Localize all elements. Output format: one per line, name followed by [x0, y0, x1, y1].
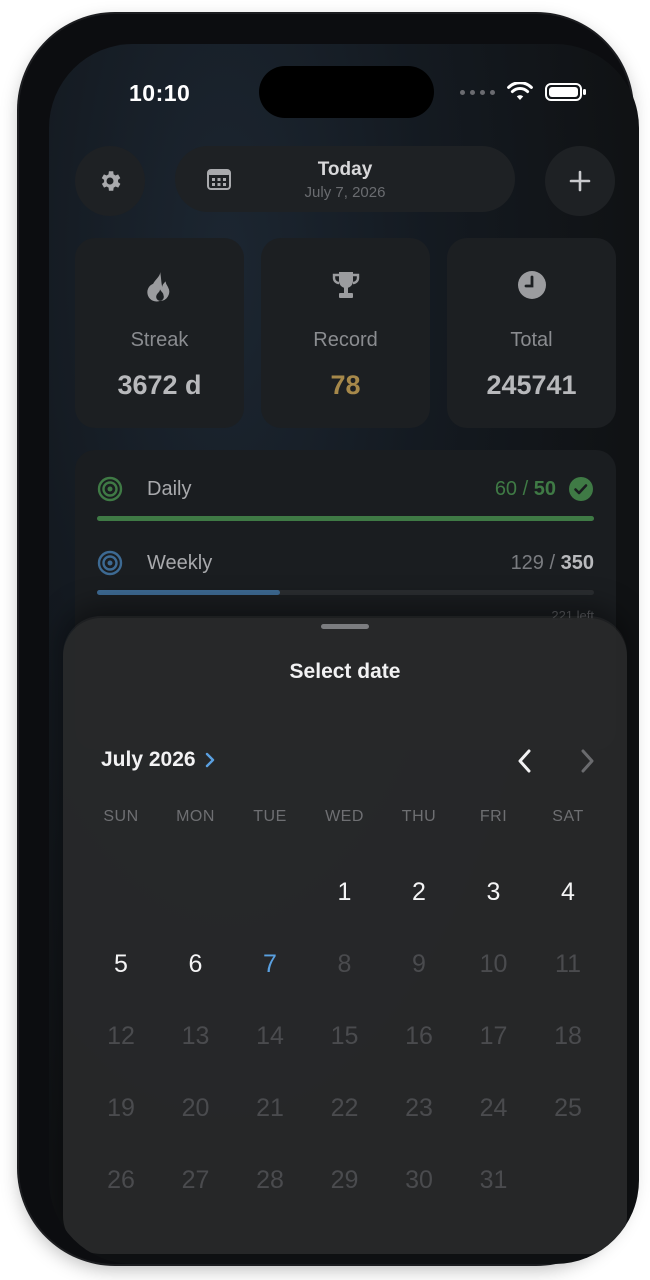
streak-label: Streak [130, 329, 189, 351]
total-card: Total 245741 [447, 238, 616, 428]
date-selector-button[interactable]: Today July 7, 2026 [175, 146, 515, 212]
date-picker-sheet: Select date July 2026 SUN MON TUE WED THU FRI… [63, 618, 627, 1254]
month-label: July 2026 [101, 748, 196, 771]
calendar-day-22: 22 [330, 1094, 359, 1122]
sheet-grabber[interactable] [321, 624, 369, 629]
goal-daily-target: 50 [533, 478, 556, 500]
calendar-day-8: 8 [337, 950, 352, 978]
weekday-thu: THU [401, 808, 437, 825]
battery-icon [545, 83, 586, 101]
goal-weekly-current: 129 [510, 552, 544, 574]
goal-weekly-count: 129 / 350 [511, 552, 594, 575]
goal-weekly-target: 350 [560, 552, 594, 574]
goal-daily-separator: / [522, 478, 529, 500]
goal-daily[interactable]: Daily 60 / 50 [97, 476, 594, 528]
status-time: 10:10 [129, 80, 191, 106]
add-button[interactable] [545, 146, 615, 216]
total-value: 245741 [486, 370, 577, 400]
calendar-day-23: 23 [405, 1094, 433, 1122]
trophy-icon [332, 272, 359, 298]
calendar-day-29: 29 [330, 1166, 359, 1194]
total-label: Total [510, 329, 553, 351]
calendar-day-17: 17 [479, 1022, 508, 1050]
calendar-day-19: 19 [107, 1094, 135, 1122]
calendar-day-12: 12 [107, 1022, 135, 1050]
calendar-day-4[interactable]: 4 [538, 872, 598, 912]
goal-daily-progress-fill [97, 516, 594, 521]
weekday-sun: SUN [103, 808, 139, 825]
calendar-day-21: 21 [256, 1094, 284, 1122]
goal-weekly-name: Weekly [147, 552, 213, 574]
calendar-day-14: 14 [256, 1022, 284, 1050]
calendar-day-9: 9 [412, 950, 426, 978]
goal-weekly-progress-fill [97, 590, 281, 595]
goal-daily-progress [97, 516, 594, 521]
flame-icon [146, 271, 169, 302]
calendar-day-28: 28 [256, 1166, 284, 1194]
gear-icon [101, 171, 121, 191]
calendar-day-3[interactable]: 3 [464, 872, 524, 912]
weekday-sat: SAT [552, 808, 584, 825]
calendar-day-1[interactable]: 1 [315, 872, 375, 912]
calendar-day-16: 16 [405, 1022, 433, 1050]
calendar-day-11: 11 [555, 950, 581, 978]
calendar-day-10: 10 [479, 950, 508, 978]
wifi-icon [507, 82, 533, 100]
calendar-day-6[interactable]: 6 [166, 944, 226, 984]
calendar-day-2[interactable]: 2 [389, 872, 449, 912]
goal-weekly-progress [97, 590, 594, 595]
calendar-day-15: 15 [330, 1022, 359, 1050]
weekday-mon: MON [176, 808, 215, 825]
calendar-day-30: 30 [405, 1166, 433, 1194]
status-indicators [460, 82, 587, 102]
calendar-day-27: 27 [181, 1166, 210, 1194]
plus-icon [569, 170, 591, 192]
target-icon [97, 476, 123, 502]
header-title: Today [317, 159, 373, 180]
record-card: Record 78 [261, 238, 430, 428]
phone-frame: 10:10 Today July 7, 2026 Streak 3672 d R… [19, 14, 639, 1264]
next-month-button[interactable] [575, 746, 599, 776]
goal-daily-name: Daily [147, 478, 192, 500]
target-icon [97, 550, 123, 576]
calendar-day-26: 26 [107, 1166, 135, 1194]
calendar-day-31: 31 [479, 1166, 508, 1194]
app-screen: 10:10 Today July 7, 2026 Streak 3672 d R… [49, 44, 639, 1264]
signal-icon [460, 89, 495, 95]
sheet-title: Select date [289, 660, 401, 683]
checkmark-circle-icon [569, 477, 593, 501]
record-label: Record [313, 329, 378, 351]
calendar-day-18: 18 [554, 1022, 582, 1050]
record-value: 78 [330, 370, 361, 400]
calendar-day-5[interactable]: 5 [91, 944, 151, 984]
goal-weekly-separator: / [549, 552, 556, 574]
calendar-day-7[interactable]: 7 [240, 944, 300, 984]
weekday-tue: TUE [253, 808, 287, 825]
calendar-day-25: 25 [554, 1094, 582, 1122]
chevron-right-icon [205, 752, 214, 768]
dynamic-island [259, 66, 434, 118]
weekday-fri: FRI [479, 808, 508, 825]
calendar-day-24: 24 [479, 1094, 508, 1122]
settings-button[interactable] [75, 146, 145, 216]
calendar-day-13: 13 [181, 1022, 210, 1050]
clock-icon [517, 271, 546, 299]
weekday-wed: WED [325, 808, 364, 825]
streak-value: 3672 d [117, 370, 202, 400]
previous-month-button[interactable] [513, 746, 537, 776]
month-selector[interactable]: July 2026 [101, 748, 216, 772]
calendar-day-20: 20 [181, 1094, 210, 1122]
goal-daily-count: 60 / 50 [495, 478, 556, 501]
streak-card: Streak 3672 d [75, 238, 244, 428]
header-date: July 7, 2026 [304, 184, 386, 201]
goal-daily-current: 60 [494, 478, 518, 500]
